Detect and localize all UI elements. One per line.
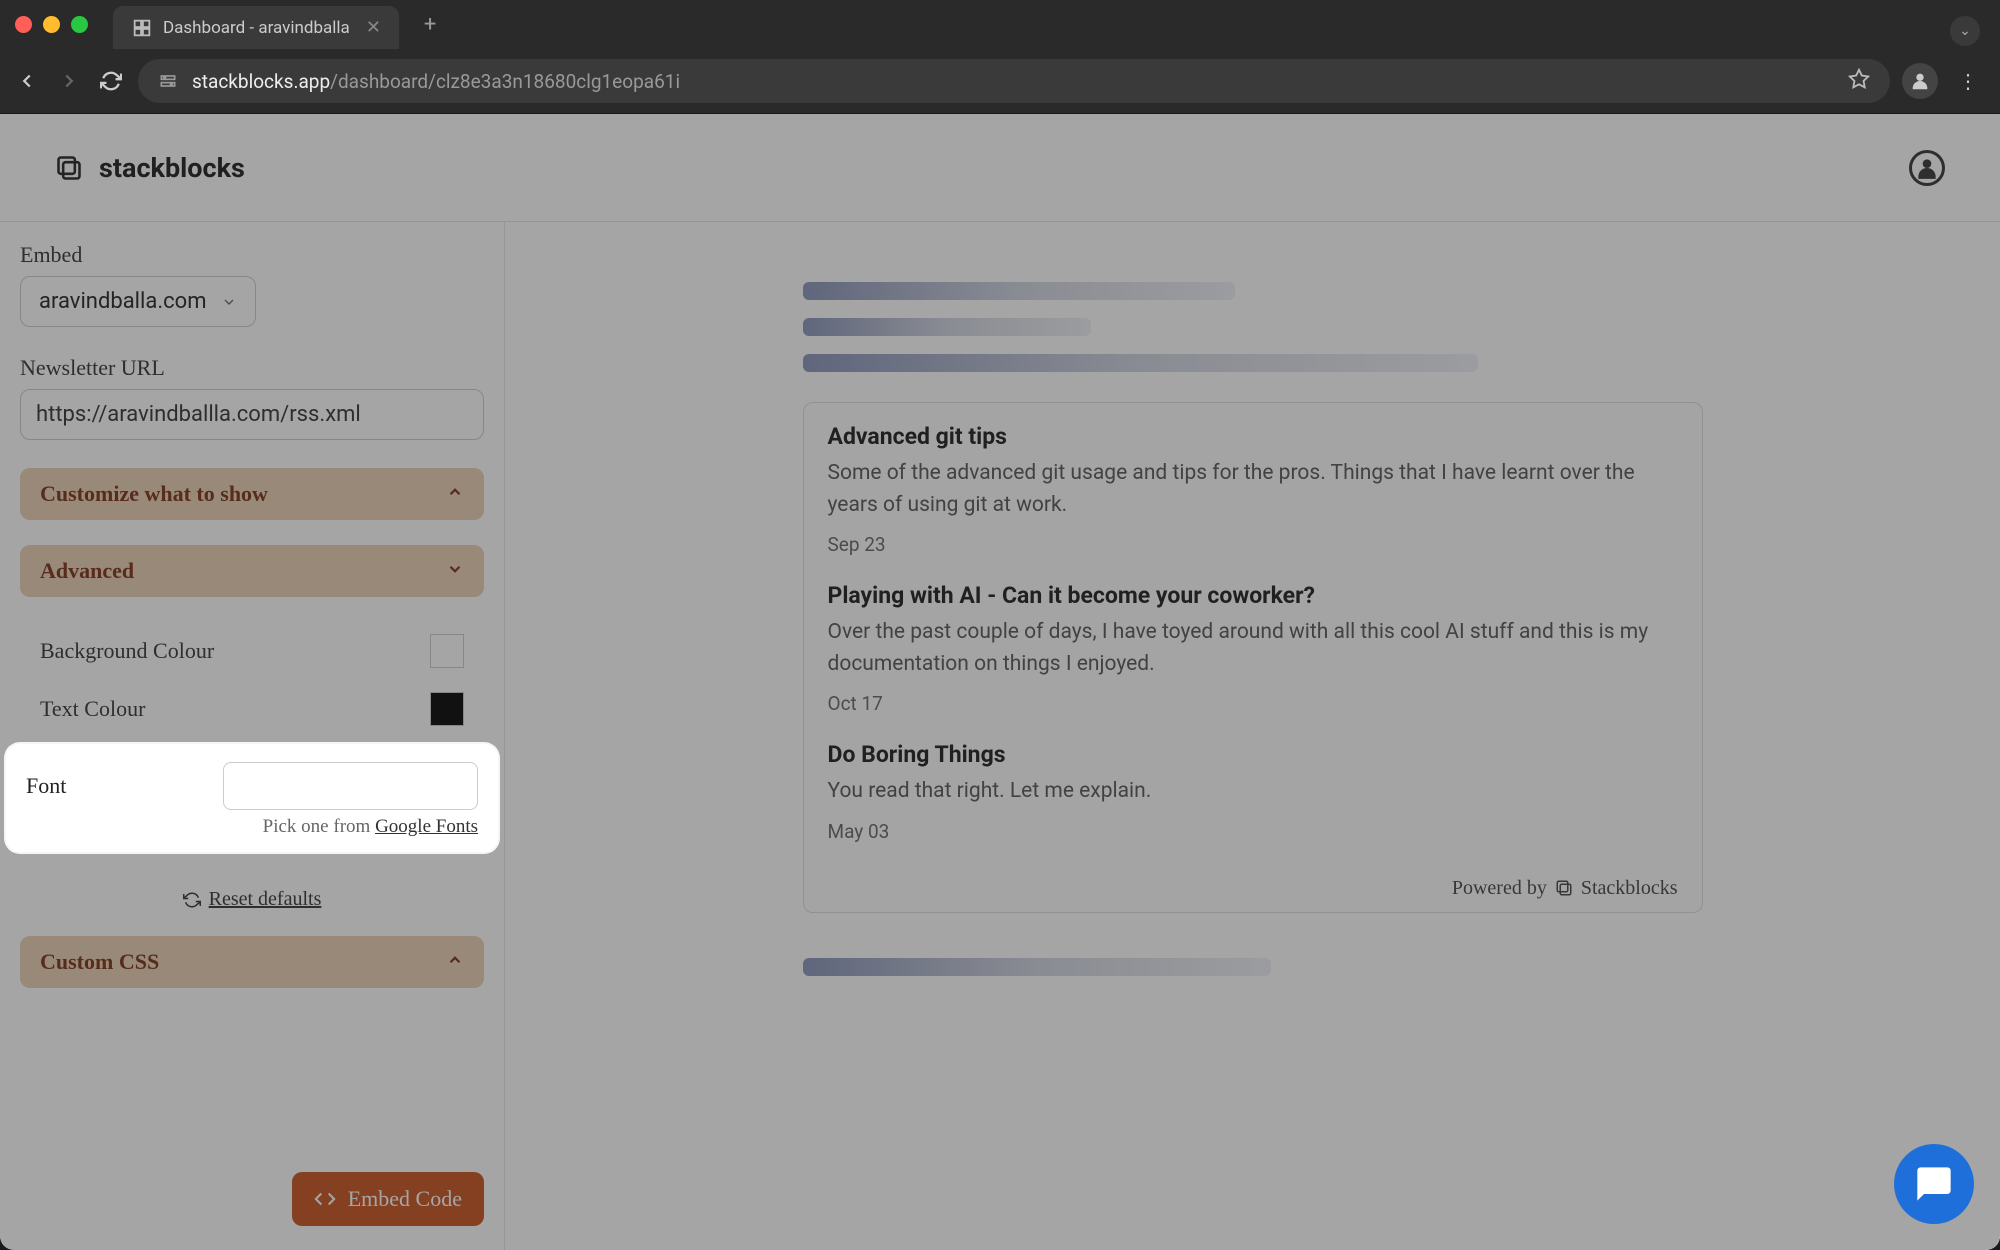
- section-custom-css-label: Custom CSS: [40, 949, 159, 975]
- embed-select-value: aravindballa.com: [39, 289, 207, 314]
- posts-card: Advanced git tips Some of the advanced g…: [803, 402, 1703, 913]
- text-color-label: Text Colour: [40, 696, 145, 722]
- section-advanced[interactable]: Advanced: [20, 545, 484, 597]
- chevron-down-icon: [446, 560, 464, 583]
- reset-defaults-label: Reset defaults: [209, 888, 322, 911]
- reload-button[interactable]: [96, 66, 126, 96]
- chevron-down-icon: [221, 294, 237, 310]
- font-setting-card: Font Pick one from Google Fonts: [6, 744, 498, 852]
- post-item[interactable]: Playing with AI - Can it become your cow…: [828, 582, 1678, 715]
- section-custom-css[interactable]: Custom CSS: [20, 936, 484, 988]
- brand[interactable]: stackblocks: [55, 152, 245, 184]
- reset-icon: [183, 891, 201, 909]
- browser-tab[interactable]: Dashboard - aravindballa ✕: [113, 6, 399, 49]
- window-controls: [15, 16, 88, 33]
- font-label: Font: [26, 773, 66, 799]
- address-bar[interactable]: stackblocks.app/dashboard/clz8e3a3n18680…: [138, 59, 1890, 103]
- background-color-label: Background Colour: [40, 638, 214, 664]
- user-avatar[interactable]: [1909, 150, 1945, 186]
- tab-title: Dashboard - aravindballa: [163, 18, 350, 38]
- post-description: Over the past couple of days, I have toy…: [828, 617, 1678, 680]
- post-date: May 03: [828, 820, 1678, 843]
- forward-button[interactable]: [54, 66, 84, 96]
- app-content: stackblocks Embed aravindballa.com Newsl…: [0, 114, 2000, 1250]
- brand-name: stackblocks: [99, 152, 245, 184]
- background-color-swatch[interactable]: [430, 634, 464, 668]
- skeleton-line: [803, 958, 1271, 976]
- stackblocks-icon: [1555, 879, 1573, 897]
- background-color-row: Background Colour: [20, 622, 484, 680]
- text-color-swatch[interactable]: [430, 692, 464, 726]
- post-title: Advanced git tips: [828, 423, 1678, 450]
- url-text: stackblocks.app/dashboard/clz8e3a3n18680…: [192, 70, 680, 93]
- site-settings-icon[interactable]: [158, 71, 178, 91]
- browser-profile-icon[interactable]: [1902, 63, 1938, 99]
- skeleton-line: [803, 354, 1478, 372]
- code-icon: [314, 1188, 336, 1210]
- post-description: You read that right. Let me explain.: [828, 776, 1678, 808]
- section-customize[interactable]: Customize what to show: [20, 468, 484, 520]
- back-button[interactable]: [12, 66, 42, 96]
- post-date: Oct 17: [828, 692, 1678, 715]
- brand-logo-icon: [55, 154, 83, 182]
- post-item[interactable]: Advanced git tips Some of the advanced g…: [828, 423, 1678, 556]
- bookmark-icon[interactable]: [1848, 68, 1870, 95]
- app-header: stackblocks: [0, 114, 2000, 221]
- reset-defaults-link[interactable]: Reset defaults: [20, 888, 484, 911]
- close-tab-icon[interactable]: ✕: [366, 17, 381, 38]
- skeleton-line: [803, 318, 1091, 336]
- post-item[interactable]: Do Boring Things You read that right. Le…: [828, 741, 1678, 843]
- section-customize-label: Customize what to show: [40, 481, 268, 507]
- chevron-up-icon: [446, 483, 464, 506]
- sidebar: Embed aravindballa.com Newsletter URL Cu…: [0, 222, 505, 1250]
- tabs-dropdown-icon[interactable]: ⌄: [1950, 16, 1980, 46]
- chat-icon: [1914, 1164, 1954, 1204]
- google-fonts-link[interactable]: Google Fonts: [375, 816, 478, 837]
- post-description: Some of the advanced git usage and tips …: [828, 458, 1678, 521]
- embed-label: Embed: [20, 242, 484, 268]
- post-date: Sep 23: [828, 533, 1678, 556]
- powered-by[interactable]: Powered by Stackblocks: [828, 869, 1678, 900]
- newsletter-url-input[interactable]: [20, 389, 484, 440]
- browser-menu-icon[interactable]: ⋮: [1950, 69, 1988, 93]
- newsletter-url-label: Newsletter URL: [20, 355, 484, 381]
- embed-select[interactable]: aravindballa.com: [20, 276, 256, 327]
- tab-favicon-icon: [131, 17, 153, 39]
- embed-code-button[interactable]: Embed Code: [292, 1172, 484, 1226]
- maximize-window-icon[interactable]: [71, 16, 88, 33]
- browser-tab-bar: Dashboard - aravindballa ✕ + ⌄: [0, 0, 2000, 49]
- browser-toolbar: stackblocks.app/dashboard/clz8e3a3n18680…: [0, 49, 2000, 114]
- post-title: Playing with AI - Can it become your cow…: [828, 582, 1678, 609]
- new-tab-button[interactable]: +: [409, 12, 451, 37]
- font-hint: Pick one from Google Fonts: [26, 816, 478, 838]
- section-advanced-label: Advanced: [40, 558, 134, 584]
- embed-code-button-label: Embed Code: [348, 1186, 462, 1212]
- chat-button[interactable]: [1894, 1144, 1974, 1224]
- text-color-row: Text Colour: [20, 680, 484, 738]
- post-title: Do Boring Things: [828, 741, 1678, 768]
- skeleton-line: [803, 282, 1235, 300]
- chevron-up-icon: [446, 951, 464, 974]
- preview-pane: Advanced git tips Some of the advanced g…: [505, 222, 2000, 1250]
- font-input[interactable]: [223, 762, 478, 810]
- close-window-icon[interactable]: [15, 16, 32, 33]
- minimize-window-icon[interactable]: [43, 16, 60, 33]
